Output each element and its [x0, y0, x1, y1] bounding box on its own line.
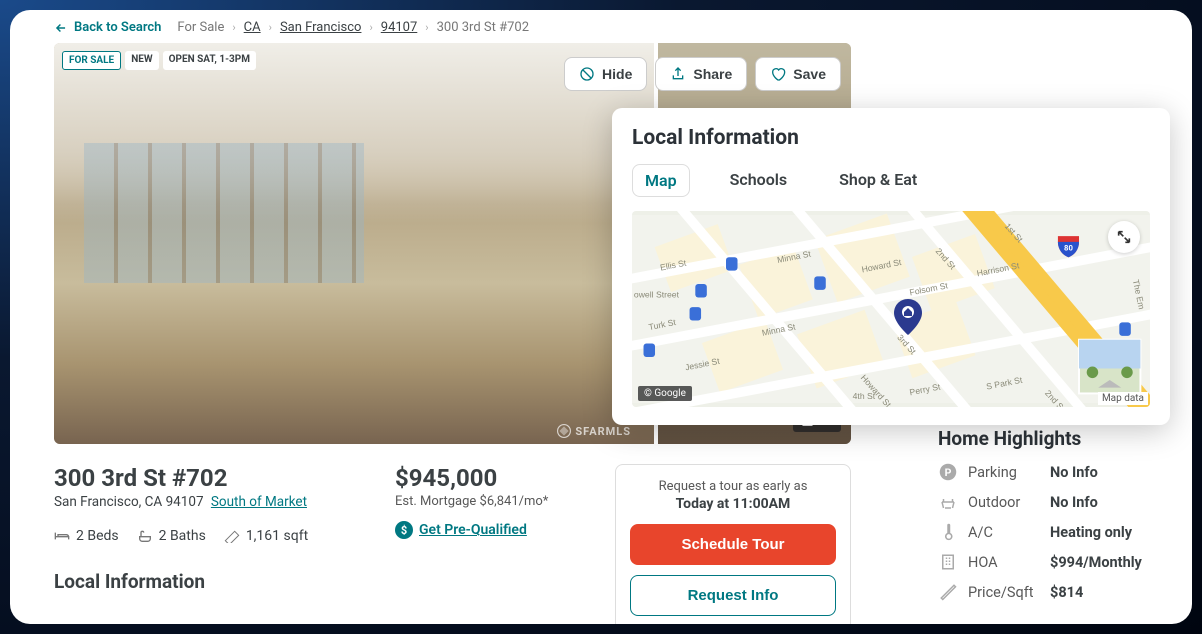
map-expand-button[interactable] — [1108, 221, 1140, 253]
prequal-text: Get Pre-Qualified — [419, 522, 527, 538]
highlight-parking: P Parking No Info — [938, 462, 1166, 482]
svg-text:4th St: 4th St — [853, 391, 876, 401]
bc-status: For Sale — [177, 20, 224, 35]
tab-shop-eat[interactable]: Shop & Eat — [827, 164, 929, 197]
hide-label: Hide — [602, 66, 632, 82]
google-attribution: © Google — [638, 386, 692, 401]
address-column: 300 3rd St #702 San Francisco, CA 94107 … — [54, 464, 355, 624]
badge-open-house: OPEN SAT, 1-3PM — [163, 51, 256, 70]
parking-value: No Info — [1050, 464, 1098, 481]
facts-row: 2 Beds 2 Baths 1,161 sqft — [54, 528, 355, 544]
hero-main-photo — [54, 43, 654, 444]
mls-text: SFARMLS — [575, 425, 631, 438]
highlight-price-sqft: Price/Sqft $814 — [938, 582, 1166, 602]
bc-city[interactable]: San Francisco — [280, 20, 362, 35]
parking-icon: P — [938, 462, 958, 482]
request-info-button[interactable]: Request Info — [630, 575, 836, 616]
tab-map[interactable]: Map — [632, 164, 690, 197]
bath-icon — [137, 529, 153, 543]
svg-text:owell Street: owell Street — [634, 289, 680, 299]
badge-new: NEW — [125, 51, 158, 70]
price-value: $945,000 — [395, 464, 575, 492]
bc-zip[interactable]: 94107 — [381, 20, 418, 35]
fact-sqft: 1,161 sqft — [224, 528, 308, 544]
arrow-left-icon — [54, 21, 68, 35]
bc-address: 300 3rd St #702 — [437, 20, 529, 35]
ac-label: A/C — [968, 524, 1040, 541]
ppsf-label: Price/Sqft — [968, 584, 1040, 601]
local-info-heading: Local Information — [54, 570, 355, 593]
ac-value: Heating only — [1050, 524, 1132, 541]
est-mortgage-text: Est. Mortgage $6,841/mo* — [395, 494, 575, 509]
expand-icon — [1116, 229, 1132, 245]
bed-icon — [54, 529, 70, 543]
outdoor-label: Outdoor — [968, 494, 1040, 511]
hoa-value: $994/Monthly — [1050, 554, 1142, 571]
chevron-right-icon: › — [369, 21, 372, 34]
listing-summary: 300 3rd St #702 San Francisco, CA 94107 … — [54, 464, 851, 624]
back-to-search-link[interactable]: Back to Search — [54, 20, 161, 35]
tour-card: Request a tour as early as Today at 11:0… — [615, 464, 851, 624]
fact-baths: 2 Baths — [137, 528, 206, 544]
bc-state[interactable]: CA — [244, 20, 261, 35]
chevron-right-icon: › — [269, 21, 272, 34]
tab-schools[interactable]: Schools — [718, 164, 800, 197]
hoa-label: HOA — [968, 554, 1040, 571]
map-container[interactable]: Ellis St owell Street Turk St Jessie St … — [632, 211, 1150, 407]
tour-prompt: Request a tour as early as — [630, 479, 836, 494]
price-column: $945,000 Est. Mortgage $6,841/mo* $ Get … — [395, 464, 575, 624]
hide-icon — [579, 66, 595, 82]
highlights-title: Home Highlights — [938, 427, 1166, 450]
hero-actions: Hide Share Save — [564, 57, 841, 91]
local-info-tabs: Map Schools Shop & Eat — [632, 164, 1150, 197]
local-info-title: Local Information — [632, 126, 1150, 150]
chevron-right-icon: › — [425, 21, 428, 34]
baths-text: 2 Baths — [159, 528, 206, 544]
map-pin-icon — [894, 299, 922, 335]
share-label: Share — [693, 66, 732, 82]
share-icon — [670, 66, 686, 82]
breadcrumb: For Sale › CA › San Francisco › 94107 › … — [177, 20, 529, 35]
fact-beds: 2 Beds — [54, 528, 119, 544]
svg-text:80: 80 — [1064, 243, 1073, 252]
home-highlights-panel: Home Highlights P Parking No Info Outdoo… — [938, 427, 1166, 612]
building-icon — [938, 552, 958, 572]
parking-label: Parking — [968, 464, 1040, 481]
dollar-badge-icon: $ — [395, 521, 413, 539]
highlight-hoa: HOA $994/Monthly — [938, 552, 1166, 572]
city-line: San Francisco, CA 94107 South of Market — [54, 494, 355, 510]
share-button[interactable]: Share — [655, 57, 747, 91]
pre-qualified-link[interactable]: $ Get Pre-Qualified — [395, 521, 527, 539]
highlight-ac: A/C Heating only — [938, 522, 1166, 542]
outdoor-value: No Info — [1050, 494, 1098, 511]
neighborhood-link[interactable]: South of Market — [211, 494, 307, 510]
ppsf-value: $814 — [1050, 584, 1083, 601]
thermometer-icon — [938, 522, 958, 542]
city-state-zip: San Francisco, CA 94107 — [54, 494, 204, 510]
address-heading: 300 3rd St #702 — [54, 464, 355, 492]
local-info-card: Local Information Map Schools Shop & Eat — [612, 108, 1170, 425]
page-card: Back to Search For Sale › CA › San Franc… — [10, 10, 1192, 624]
map-illustration: Ellis St owell Street Turk St Jessie St … — [632, 211, 1150, 407]
svg-text:P: P — [945, 466, 952, 479]
map-data-attribution: Map data — [1098, 392, 1148, 405]
chevron-right-icon: › — [232, 21, 235, 34]
heart-icon — [770, 66, 786, 82]
mls-attribution: SFARMLS — [557, 424, 631, 438]
badge-for-sale: FOR SALE — [62, 51, 121, 70]
ruler2-icon — [938, 582, 958, 602]
save-button[interactable]: Save — [755, 57, 841, 91]
highlight-outdoor: Outdoor No Info — [938, 492, 1166, 512]
beds-text: 2 Beds — [76, 528, 119, 544]
hide-button[interactable]: Hide — [564, 57, 647, 91]
hero-badges: FOR SALE NEW OPEN SAT, 1-3PM — [62, 51, 256, 70]
topbar: Back to Search For Sale › CA › San Franc… — [10, 10, 1192, 43]
sqft-text: 1,161 sqft — [246, 528, 308, 544]
ruler-icon — [224, 529, 240, 543]
tour-time: Today at 11:00AM — [630, 496, 836, 512]
schedule-tour-button[interactable]: Schedule Tour — [630, 524, 836, 565]
outdoor-icon — [938, 492, 958, 512]
save-label: Save — [793, 66, 826, 82]
back-label: Back to Search — [74, 20, 161, 35]
